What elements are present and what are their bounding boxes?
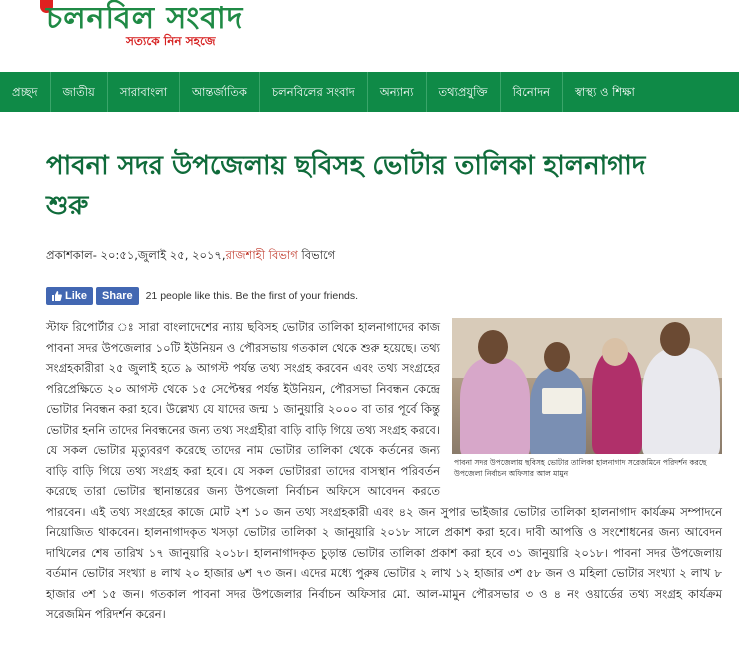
nav-item-technology[interactable]: তথ্যপ্রযুক্তি: [427, 72, 501, 112]
publish-time: প্রকাশকাল- ২০:৫১,জুলাই ২৫, ২০১৭,: [46, 248, 226, 262]
photo-head-right: [660, 322, 690, 356]
meta-suffix: বিভাগে: [297, 248, 336, 262]
main-nav: প্রচ্ছদ জাতীয় সারাবাংলা আন্তর্জাতিক চলন…: [0, 72, 739, 112]
nav-item-others[interactable]: অন্যান্য: [368, 72, 427, 112]
facebook-like-button[interactable]: Like: [46, 287, 94, 305]
thumbs-up-icon: [52, 291, 62, 301]
article-title: পাবনা সদর উপজেলায় ছবিসহ ভোটার তালিকা হা…: [46, 151, 646, 221]
photo-head-left: [478, 330, 508, 364]
facebook-social-bar: Like Share 21 people like this. Be the f…: [46, 287, 358, 305]
share-label: Share: [102, 290, 133, 302]
site-header: চলনবিল সংবাদ সত্যকে নিন সহজে: [0, 0, 739, 72]
photo-paper: [542, 388, 582, 414]
article-body: পাবনা সদর উপজেলায় ছবিসহ ভোটার তালিকা হা…: [46, 317, 722, 625]
site-tagline: সত্যকে নিন সহজে: [126, 34, 216, 48]
nav-item-countrywide[interactable]: সারাবাংলা: [108, 72, 181, 112]
like-count-text: 21 people like this. Be the first of you…: [145, 290, 359, 302]
photo-head-woman: [602, 338, 628, 366]
nav-item-national[interactable]: জাতীয়: [51, 72, 108, 112]
division-link[interactable]: রাজশাহী বিভাগ: [226, 248, 298, 262]
nav-item-home[interactable]: প্রচ্ছদ: [0, 72, 51, 112]
photo-head-middle: [544, 342, 570, 372]
photo-person-left: [460, 358, 530, 454]
facebook-share-button[interactable]: Share: [96, 287, 139, 305]
nav-item-international[interactable]: আন্তর্জাতিক: [180, 72, 260, 112]
nav-item-entertainment[interactable]: বিনোদন: [501, 72, 564, 112]
nav-item-chalanbeel-news[interactable]: চলনবিলের সংবাদ: [260, 72, 368, 112]
like-label: Like: [65, 290, 88, 302]
article-meta: প্রকাশকাল- ২০:৫১,জুলাই ২৫, ২০১৭,রাজশাহী …: [46, 247, 335, 266]
article-photo[interactable]: [452, 318, 722, 454]
photo-caption: পাবনা সদর উপজেলায় ছবিসহ ভোটার তালিকা হা…: [454, 458, 707, 478]
photo-person-right: [642, 348, 720, 454]
article-figure: পাবনা সদর উপজেলায় ছবিসহ ভোটার তালিকা হা…: [452, 318, 722, 479]
nav-item-health-education[interactable]: স্বাস্থ্য ও শিক্ষা: [563, 72, 647, 112]
